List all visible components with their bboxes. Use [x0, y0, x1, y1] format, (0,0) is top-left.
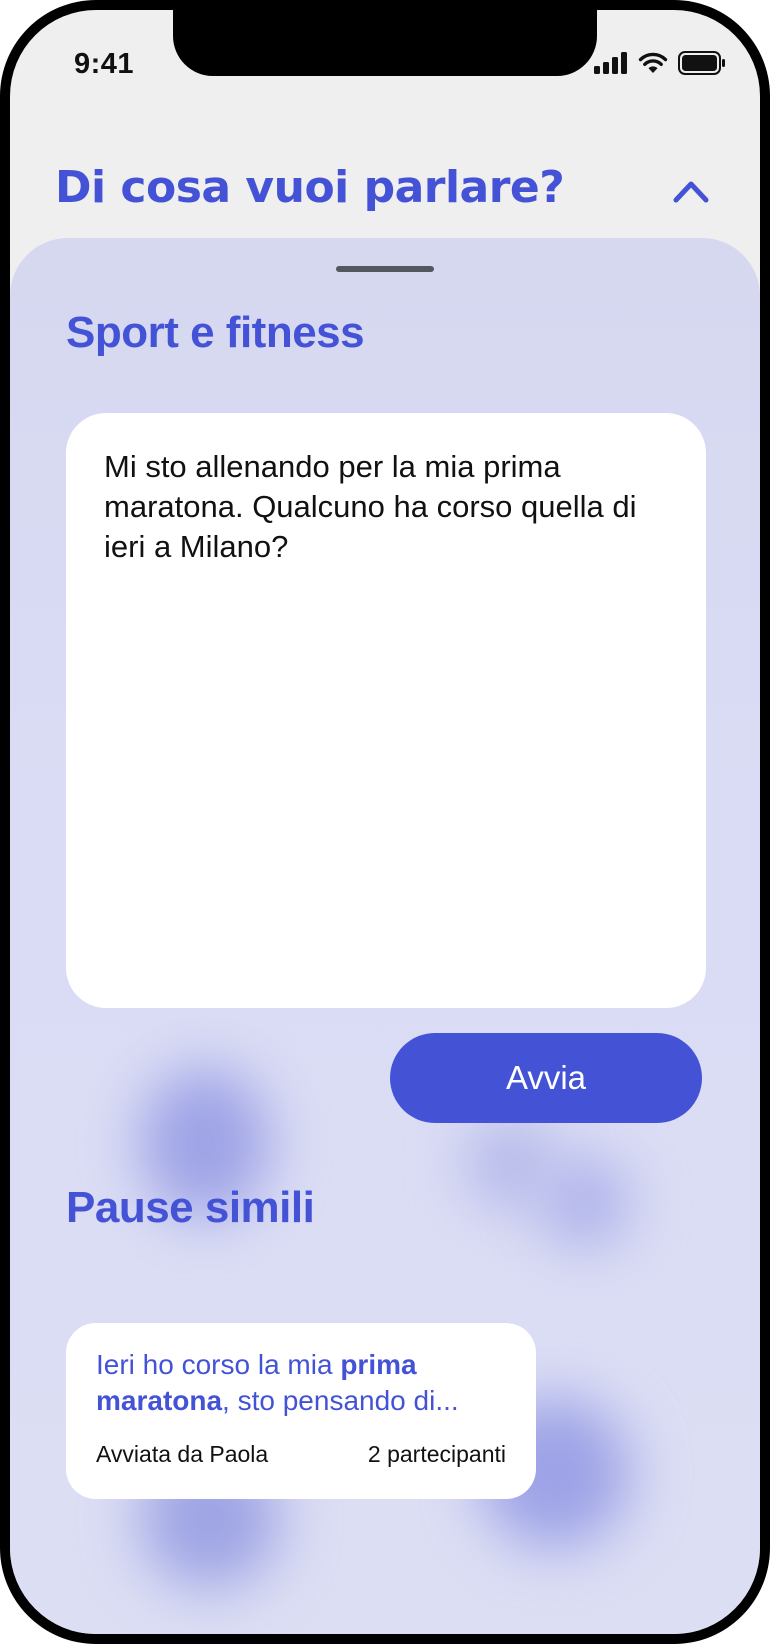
pause-participants: 2 partecipanti	[367, 1441, 506, 1467]
status-icons	[594, 51, 726, 75]
pause-preview: Ieri ho corso la mia prima maratona, sto …	[96, 1347, 516, 1419]
status-time: 9:41	[74, 48, 135, 80]
screen: 9:41 Di cosa vuoi parlare? Sport e fitne…	[10, 10, 760, 1634]
phone-frame: 9:41 Di cosa vuoi parlare? Sport e fitne…	[0, 0, 770, 1644]
similar-pause-card[interactable]: Ieri ho corso la mia prima maratona, sto …	[66, 1323, 536, 1499]
topic-sheet: Sport e fitness Mi sto allenando per la …	[10, 238, 760, 1634]
wifi-icon	[638, 52, 668, 73]
battery-icon	[678, 51, 725, 75]
notch	[173, 10, 597, 76]
pause-preview-text: Ieri ho corso la mia	[96, 1349, 341, 1380]
signal-icon	[594, 52, 627, 74]
message-card[interactable]: Mi sto allenando per la mia prima marato…	[66, 413, 706, 1008]
start-button[interactable]: Avvia	[390, 1033, 702, 1123]
decor-blob	[540, 1158, 630, 1248]
pause-preview-text: , sto pensando di...	[222, 1385, 459, 1416]
pause-meta: Avviata da Paola 2 partecipanti	[96, 1441, 506, 1468]
similar-title: Pause simili	[66, 1183, 315, 1232]
page-title: Di cosa vuoi parlare?	[55, 162, 565, 213]
chevron-up-icon[interactable]	[672, 178, 710, 204]
topic-title: Sport e fitness	[66, 308, 365, 357]
pause-started-by: Avviata da Paola	[96, 1441, 269, 1467]
pause-preview-bold: maratona	[96, 1385, 223, 1416]
message-input[interactable]: Mi sto allenando per la mia prima marato…	[104, 447, 674, 567]
pause-preview-bold: prima	[340, 1349, 417, 1380]
drag-handle[interactable]	[336, 266, 434, 272]
